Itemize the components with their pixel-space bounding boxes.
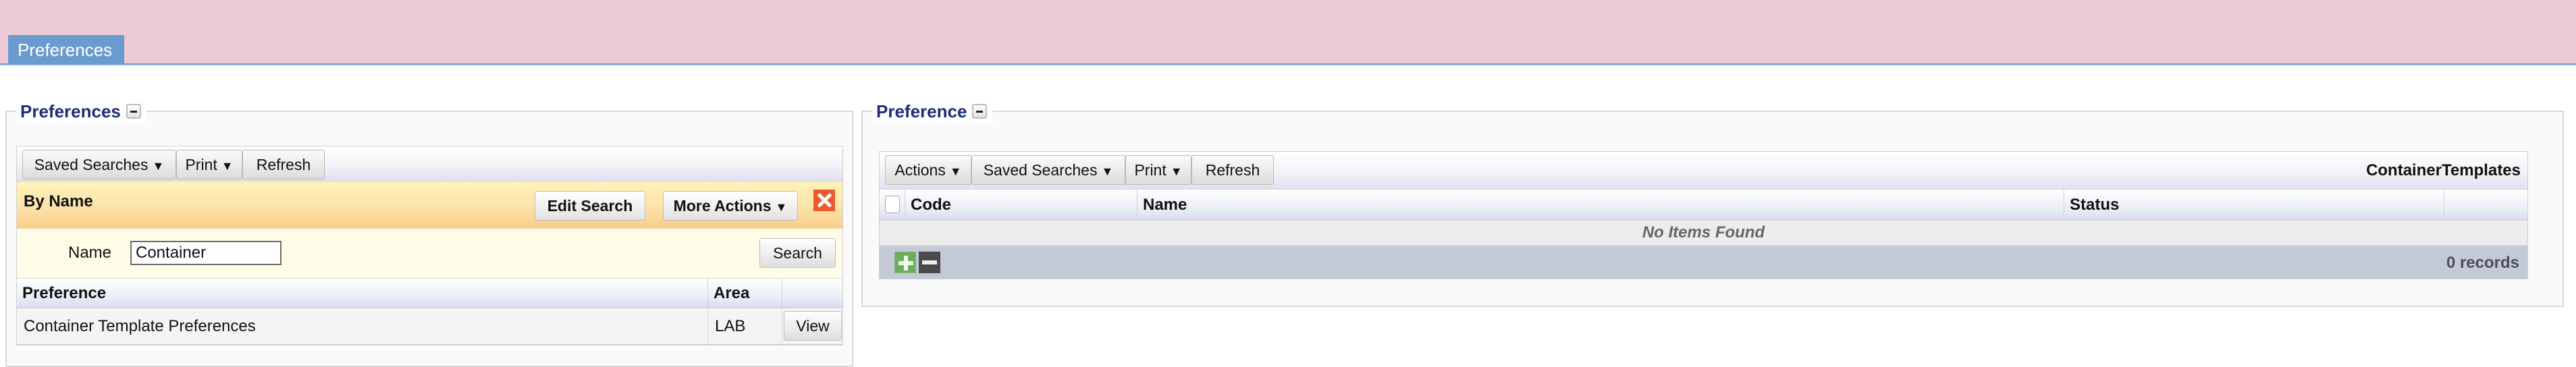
record-count: 0 records <box>2446 254 2519 272</box>
search-button[interactable]: Search <box>759 238 836 268</box>
search-header: By Name Edit Search More Actions ▼ <box>17 181 842 229</box>
grid-title: ContainerTemplates <box>2366 161 2521 179</box>
column-header-area[interactable]: Area <box>708 279 782 308</box>
close-icon[interactable] <box>813 190 835 211</box>
table-row[interactable]: Container Template Preferences LAB View <box>17 308 842 345</box>
preference-title: Preference <box>876 101 967 121</box>
preferences-legend: Preferences <box>16 100 146 123</box>
dropdown-arrow-icon: ▼ <box>1101 165 1114 178</box>
minus-icon[interactable] <box>919 252 940 273</box>
dropdown-arrow-icon: ▼ <box>152 159 165 173</box>
preferences-toolbar: Saved Searches ▼ Print ▼ Refresh <box>17 146 842 181</box>
header-band <box>0 0 2576 63</box>
collapse-icon[interactable] <box>126 104 141 119</box>
dropdown-arrow-icon: ▼ <box>1170 165 1183 178</box>
actions-button[interactable]: Actions ▼ <box>885 155 971 185</box>
edit-search-button[interactable]: Edit Search <box>535 191 645 221</box>
dropdown-arrow-icon: ▼ <box>775 200 788 214</box>
saved-searches-button[interactable]: Saved Searches ▼ <box>22 150 176 179</box>
search-title: By Name <box>24 192 93 210</box>
cell-preference: Container Template Preferences <box>17 308 708 344</box>
column-header-extra <box>2444 190 2529 220</box>
table-header: Preference Area <box>17 279 842 308</box>
collapse-icon[interactable] <box>972 104 988 119</box>
preference-legend: Preference <box>872 100 993 123</box>
column-header-code[interactable]: Code <box>905 190 1137 220</box>
column-header-preference[interactable]: Preference <box>17 279 708 308</box>
select-all-cell <box>880 190 905 220</box>
cell-area: LAB <box>708 308 782 344</box>
search-form: Name Search <box>17 229 842 279</box>
empty-message: No Items Found <box>880 221 2527 246</box>
more-actions-button[interactable]: More Actions ▼ <box>663 191 798 221</box>
plus-icon[interactable] <box>894 252 916 273</box>
preferences-grid: Saved Searches ▼ Print ▼ Refresh By Name E… <box>16 146 843 345</box>
grid-footer: 0 records <box>880 246 2527 279</box>
print-button[interactable]: Print ▼ <box>176 150 242 179</box>
name-input[interactable] <box>130 241 281 265</box>
column-header-name[interactable]: Name <box>1137 190 2064 220</box>
container-templates-toolbar: Actions ▼ Saved Searches ▼ Print ▼ Refresh … <box>880 152 2527 190</box>
preferences-title: Preferences <box>20 101 121 121</box>
table-header: Code Name Status <box>880 190 2527 221</box>
print-button[interactable]: Print ▼ <box>1125 155 1191 185</box>
name-label: Name <box>68 244 112 262</box>
refresh-button[interactable]: Refresh <box>1191 155 1274 185</box>
refresh-button[interactable]: Refresh <box>242 150 325 179</box>
column-header-actions <box>782 279 844 308</box>
select-all-checkbox[interactable] <box>885 196 900 213</box>
view-button[interactable]: View <box>784 311 842 341</box>
column-header-status[interactable]: Status <box>2064 190 2444 220</box>
dropdown-arrow-icon: ▼ <box>221 159 234 173</box>
dropdown-arrow-icon: ▼ <box>949 165 962 178</box>
saved-searches-button[interactable]: Saved Searches ▼ <box>971 155 1125 185</box>
header-divider <box>0 63 2576 66</box>
tab-preferences[interactable]: Preferences <box>8 35 124 65</box>
container-templates-grid: Actions ▼ Saved Searches ▼ Print ▼ Refresh … <box>879 151 2528 279</box>
